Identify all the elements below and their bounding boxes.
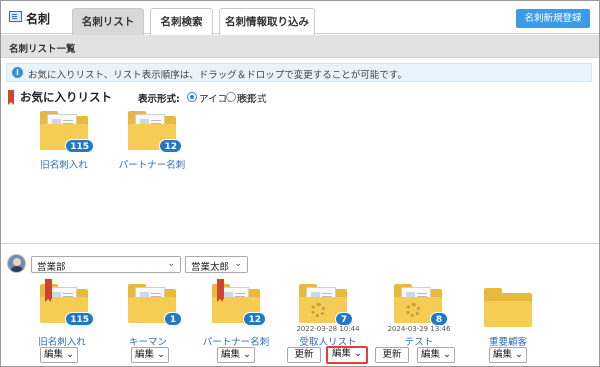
folder-icon[interactable] [484, 287, 532, 327]
folder-label[interactable]: 旧名刺入れ [26, 334, 98, 348]
folder-label[interactable]: パートナー名刺 [108, 157, 196, 171]
timestamp: 2022-03-28 10:44 [296, 325, 360, 333]
folder-label[interactable]: キーマン [118, 334, 178, 348]
count-badge: 12 [159, 139, 182, 153]
folder-label[interactable]: 重要顧客 [473, 334, 543, 348]
bookmark-icon [45, 279, 52, 302]
app-title: 名刺 [26, 12, 51, 26]
tab-card-search[interactable]: 名刺検索 [150, 8, 213, 35]
radio-table-view-label[interactable]: 表形式 [238, 91, 267, 105]
chevron-down-icon: ⌄ [167, 259, 175, 269]
radio-icon-view[interactable] [187, 92, 197, 102]
edit-button[interactable]: 編集 ⌄ [489, 347, 527, 363]
display-format-label: 表示形式: [138, 94, 180, 105]
count-badge: 115 [65, 139, 94, 153]
folder-icon[interactable]: 12 [212, 279, 266, 326]
section-bar: 名刺リスト一覧 [1, 35, 599, 58]
tab-card-import[interactable]: 名刺情報取り込み [219, 8, 315, 35]
gear-icon [311, 303, 325, 317]
new-card-button[interactable]: 名刺新規登録 [516, 9, 590, 28]
avatar [7, 254, 26, 273]
count-badge: 8 [430, 312, 448, 326]
chevron-down-icon: ⌄ [234, 259, 242, 269]
tab-card-list[interactable]: 名刺リスト [72, 8, 144, 35]
folder-icon[interactable]: 12 [128, 110, 182, 153]
edit-button[interactable]: 編集 ⌄ [417, 347, 455, 363]
edit-button[interactable]: 編集 ⌄ [326, 346, 368, 364]
info-icon: i [12, 67, 23, 78]
folder-icon[interactable]: 1 [128, 283, 182, 326]
bookmark-icon [217, 279, 224, 302]
folder-icon[interactable]: 8 [394, 283, 448, 326]
edit-button[interactable]: 編集 ⌄ [217, 347, 255, 363]
count-badge: 12 [243, 312, 266, 326]
count-badge: 1 [164, 312, 182, 326]
card-icon [9, 11, 22, 22]
department-select[interactable]: 営業部 ⌄ [31, 256, 181, 273]
info-text: お気に入りリスト、リスト表示順序は、ドラッグ＆ドロップで変更することが可能です。 [28, 70, 407, 81]
user-value: 営業太郎 [191, 262, 230, 273]
bookmark-icon [8, 90, 14, 105]
gear-icon [406, 303, 420, 317]
refresh-button[interactable]: 更新 [375, 347, 409, 363]
refresh-button[interactable]: 更新 [287, 347, 321, 363]
folder-icon[interactable]: 115 [40, 279, 94, 326]
user-select[interactable]: 営業太郎 ⌄ [185, 256, 248, 273]
folder-icon[interactable]: 115 [40, 110, 94, 153]
edit-button[interactable]: 編集 ⌄ [40, 347, 78, 363]
count-badge: 7 [335, 312, 353, 326]
folder-label[interactable]: テスト [389, 334, 449, 348]
header: 名刺 名刺リスト 名刺検索 名刺情報取り込み 名刺新規登録 [1, 1, 599, 35]
timestamp: 2024-03-29 13:46 [387, 325, 451, 333]
count-badge: 115 [65, 312, 94, 326]
divider [1, 243, 599, 244]
favorites-title: お気に入りリスト [20, 90, 112, 104]
folder-label[interactable]: 旧名刺入れ [28, 157, 100, 171]
radio-table-view[interactable] [226, 92, 236, 102]
folder-icon[interactable]: 7 [299, 283, 353, 326]
section-title: 名刺リスト一覧 [9, 44, 76, 55]
edit-button[interactable]: 編集 ⌄ [131, 347, 169, 363]
department-value: 営業部 [37, 262, 66, 273]
info-banner: i お気に入りリスト、リスト表示順序は、ドラッグ＆ドロップで変更することが可能で… [6, 63, 592, 82]
folder-label[interactable]: パートナー名刺 [194, 334, 278, 348]
